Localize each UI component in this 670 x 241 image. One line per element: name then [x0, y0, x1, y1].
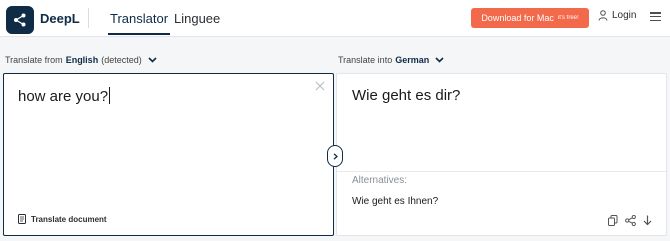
translation-output[interactable]: Wie geht es dir? [352, 87, 460, 104]
source-lang-name: English [65, 55, 99, 65]
target-lang-name: German [395, 55, 430, 65]
download-button-label: Download for Mac [481, 13, 554, 23]
close-icon[interactable] [315, 81, 325, 91]
document-icon [18, 214, 26, 224]
alternative-item[interactable]: Wie geht es Ihnen? [352, 196, 438, 207]
source-lang-detected: (detected) [101, 55, 142, 65]
tab-linguee[interactable]: Linguee [174, 11, 220, 26]
target-language-selector[interactable]: Translate into German [338, 55, 444, 65]
user-icon [598, 10, 608, 21]
menu-icon[interactable] [650, 12, 661, 21]
chevron-right-icon [333, 152, 338, 160]
alternatives-label: Alternatives: [352, 175, 408, 186]
source-language-selector[interactable]: Translate from English (detected) [5, 55, 157, 65]
copy-icon[interactable] [608, 215, 618, 226]
login-label: Login [612, 10, 637, 21]
source-lang-prefix: Translate from [5, 55, 63, 65]
login-button[interactable]: Login [598, 10, 636, 21]
target-toolbar [608, 215, 652, 226]
brand-name[interactable]: DeepL [40, 11, 80, 26]
target-lang-prefix: Translate into [338, 55, 393, 65]
source-text-value: how are you? [18, 88, 109, 105]
tab-translator[interactable]: Translator [107, 11, 171, 35]
download-icon[interactable] [643, 215, 652, 226]
source-text-input[interactable]: how are you? [18, 87, 111, 105]
download-button-badge: it's free! [557, 15, 579, 21]
download-for-mac-button[interactable]: Download for Mac it's free! [471, 8, 589, 28]
top-header: DeepL Translator Linguee Download for Ma… [0, 0, 670, 37]
chevron-down-icon [148, 57, 157, 63]
translate-document-label: Translate document [31, 214, 107, 224]
deepl-logo-icon[interactable] [6, 6, 34, 34]
share-icon[interactable] [625, 215, 636, 226]
swap-languages-button[interactable] [327, 145, 343, 167]
header-divider [88, 8, 89, 28]
text-caret [109, 87, 111, 104]
alternatives-divider [337, 171, 666, 172]
source-text-panel[interactable]: how are you? Translate document [3, 73, 334, 236]
target-text-panel: Wie geht es dir? Alternatives: Wie geht … [336, 73, 667, 236]
chevron-down-icon [435, 57, 444, 63]
translate-document-button[interactable]: Translate document [18, 214, 107, 224]
